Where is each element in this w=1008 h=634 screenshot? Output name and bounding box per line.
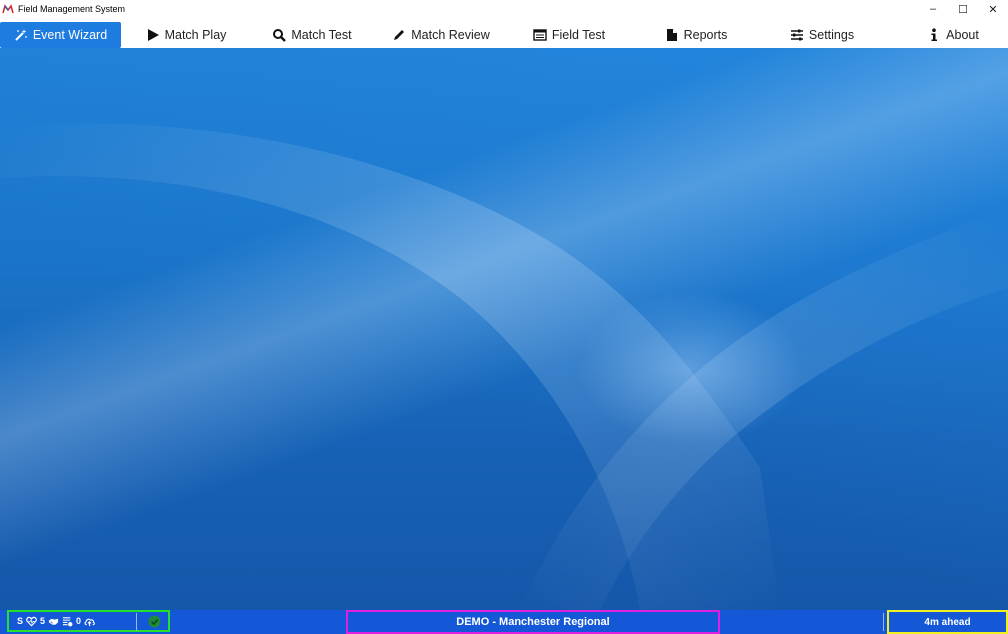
search-icon (273, 29, 287, 42)
nav-label: Match Review (411, 28, 490, 42)
play-icon (147, 29, 159, 41)
nav-field-test[interactable]: Field Test (524, 22, 614, 48)
system-status-panel[interactable]: S 5 0 (7, 610, 170, 632)
schedule-status-panel[interactable]: 4m ahead (887, 610, 1008, 634)
s-indicator: S (17, 616, 24, 626)
nav-match-review[interactable]: Match Review (386, 22, 496, 48)
nav-match-test[interactable]: Match Test (262, 22, 362, 48)
nav-label: Reports (683, 28, 728, 42)
queue-list-icon (62, 616, 73, 626)
check-circle-icon (148, 615, 161, 628)
nav-reports[interactable]: Reports (656, 22, 736, 48)
nav-label: Field Test (551, 28, 606, 42)
handshake-icon (48, 618, 59, 625)
sliders-icon (790, 29, 803, 41)
document-icon (666, 29, 677, 41)
maximize-button[interactable]: ☐ (948, 0, 978, 18)
status-bar: S 5 0 DEMO - Manchester Regional 4m ahea… (0, 610, 1008, 634)
nav-label: Match Play (164, 28, 227, 42)
keyboard-icon (533, 29, 547, 41)
background-swoosh (0, 123, 1008, 610)
title-bar: Field Management System – ☐ ✕ (0, 0, 1008, 18)
minimize-button[interactable]: – (918, 0, 948, 18)
nav-label: Settings (808, 28, 855, 42)
cloud-upload-icon (84, 618, 95, 626)
pencil-icon (394, 30, 405, 40)
nav-settings[interactable]: Settings (782, 22, 862, 48)
nav-about[interactable]: About (918, 22, 988, 48)
window-controls: – ☐ ✕ (918, 0, 1008, 18)
main-nav: Event Wizard Match Play Match Test Match… (0, 20, 1008, 48)
app-logo-icon (2, 4, 14, 14)
main-content-area (0, 48, 1008, 610)
magic-wand-icon (15, 29, 27, 41)
app-title: Field Management System (18, 4, 126, 14)
nav-event-wizard[interactable]: Event Wizard (0, 22, 121, 48)
close-button[interactable]: ✕ (978, 0, 1008, 18)
nav-label: Match Test (291, 28, 352, 42)
event-name-panel[interactable]: DEMO - Manchester Regional (346, 610, 720, 634)
heart-monitor-icon (26, 616, 37, 626)
status-separator (136, 613, 137, 631)
queue-count: 0 (76, 616, 82, 626)
info-icon (931, 28, 938, 41)
status-separator (883, 613, 884, 631)
nav-label: Event Wizard (32, 28, 108, 42)
health-count: 5 (40, 616, 46, 626)
nav-match-play[interactable]: Match Play (136, 22, 236, 48)
nav-label: About (946, 28, 979, 42)
